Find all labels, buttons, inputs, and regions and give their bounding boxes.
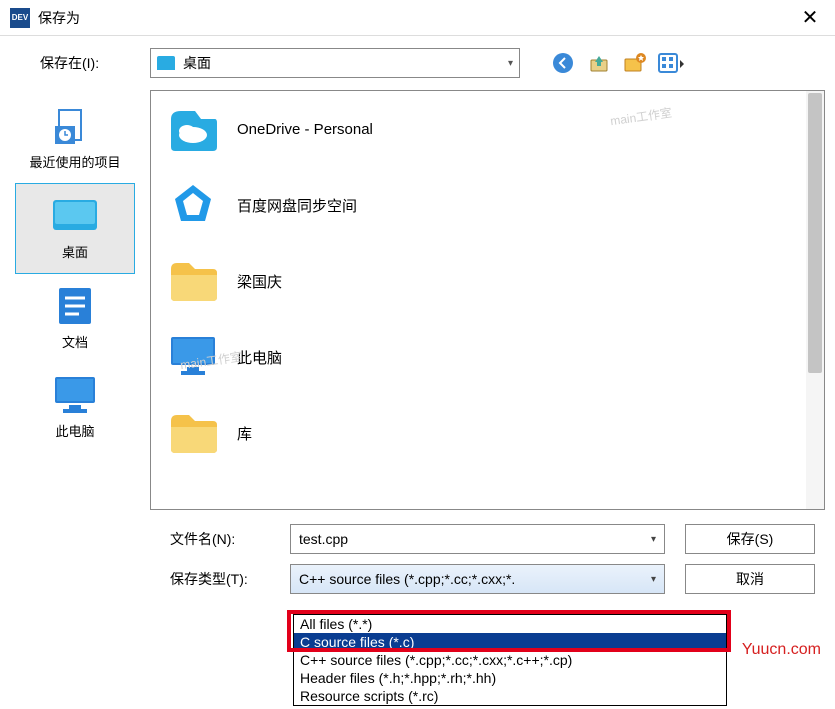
documents-icon — [51, 286, 99, 326]
filename-combo[interactable]: test.cpp ▾ — [290, 524, 665, 554]
desktop-icon — [51, 196, 99, 236]
chevron-down-icon: ▾ — [651, 574, 656, 585]
folder-icon — [165, 405, 221, 461]
sidebar-item-label: 文档 — [62, 332, 88, 351]
sidebar-item-thispc[interactable]: 此电脑 — [15, 363, 135, 452]
file-name: 百度网盘同步空间 — [237, 195, 357, 216]
up-button[interactable] — [586, 50, 612, 76]
cancel-button[interactable]: 取消 — [685, 564, 815, 594]
close-button[interactable]: ✕ — [795, 5, 825, 30]
list-item[interactable]: 此电脑 — [151, 319, 824, 395]
dropdown-option[interactable]: C source files (*.c) — [294, 633, 726, 651]
scroll-thumb[interactable] — [808, 93, 822, 373]
location-row: 保存在(I): 桌面 ▾ — [0, 36, 835, 90]
filetype-dropdown[interactable]: All files (*.*) C source files (*.c) C++… — [293, 614, 727, 706]
sidebar-item-documents[interactable]: 文档 — [15, 274, 135, 363]
filename-label: 文件名(N): — [170, 529, 280, 549]
location-combo[interactable]: 桌面 ▾ — [150, 48, 520, 78]
thispc-icon — [165, 329, 221, 385]
folder-icon — [157, 56, 175, 70]
chevron-down-icon: ▾ — [508, 58, 513, 69]
app-icon: DEV — [10, 8, 30, 28]
onedrive-icon — [165, 101, 221, 157]
places-sidebar: 最近使用的项目 桌面 文档 此电脑 — [0, 90, 150, 510]
recent-icon — [51, 106, 99, 146]
filename-value: test.cpp — [299, 531, 651, 547]
list-item[interactable]: 库 — [151, 395, 824, 471]
site-watermark: Yuucn.com — [742, 641, 821, 659]
file-name: OneDrive - Personal — [237, 121, 373, 138]
chevron-down-icon: ▾ — [651, 534, 656, 545]
body-area: 最近使用的项目 桌面 文档 此电脑 OneDrive - Personal — [0, 90, 835, 510]
save-button[interactable]: 保存(S) — [685, 524, 815, 554]
file-list[interactable]: OneDrive - Personal 百度网盘同步空间 梁国庆 此电脑 库 — [150, 90, 825, 510]
location-text: 桌面 — [183, 53, 508, 73]
back-icon — [552, 52, 574, 74]
bottom-form: 文件名(N): test.cpp ▾ 保存(S) 保存类型(T): C++ so… — [0, 510, 835, 614]
location-label: 保存在(I): — [40, 53, 140, 73]
sidebar-item-label: 此电脑 — [55, 421, 94, 440]
new-folder-icon — [623, 52, 647, 74]
dropdown-option[interactable]: Resource scripts (*.rc) — [294, 687, 726, 705]
filetype-label: 保存类型(T): — [170, 569, 280, 589]
sidebar-item-label: 最近使用的项目 — [29, 152, 120, 171]
scrollbar[interactable] — [806, 91, 824, 509]
titlebar: DEV 保存为 ✕ — [0, 0, 835, 36]
folder-icon — [165, 253, 221, 309]
baidu-icon — [165, 177, 221, 233]
sidebar-item-recent[interactable]: 最近使用的项目 — [15, 94, 135, 183]
list-item[interactable]: OneDrive - Personal — [151, 91, 824, 167]
sidebar-item-desktop[interactable]: 桌面 — [15, 183, 135, 274]
dropdown-option[interactable]: All files (*.*) — [294, 615, 726, 633]
new-folder-button[interactable] — [622, 50, 648, 76]
file-name: 梁国庆 — [237, 271, 282, 292]
toolbar — [550, 50, 684, 76]
view-icon — [658, 52, 684, 74]
thispc-icon — [51, 375, 99, 415]
list-item[interactable]: 百度网盘同步空间 — [151, 167, 824, 243]
sidebar-item-label: 桌面 — [62, 242, 88, 261]
list-item[interactable]: 梁国庆 — [151, 243, 824, 319]
filename-row: 文件名(N): test.cpp ▾ 保存(S) — [170, 524, 815, 554]
view-menu-button[interactable] — [658, 50, 684, 76]
up-folder-icon — [588, 52, 610, 74]
window-title: 保存为 — [38, 8, 795, 28]
file-name: 此电脑 — [237, 347, 282, 368]
dropdown-option[interactable]: Header files (*.h;*.hpp;*.rh;*.hh) — [294, 669, 726, 687]
filetype-combo[interactable]: C++ source files (*.cpp;*.cc;*.cxx;*. ▾ — [290, 564, 665, 594]
back-button[interactable] — [550, 50, 576, 76]
file-name: 库 — [237, 423, 252, 444]
filetype-row: 保存类型(T): C++ source files (*.cpp;*.cc;*.… — [170, 564, 815, 594]
filetype-value: C++ source files (*.cpp;*.cc;*.cxx;*. — [299, 571, 651, 587]
dropdown-option[interactable]: C++ source files (*.cpp;*.cc;*.cxx;*.c++… — [294, 651, 726, 669]
